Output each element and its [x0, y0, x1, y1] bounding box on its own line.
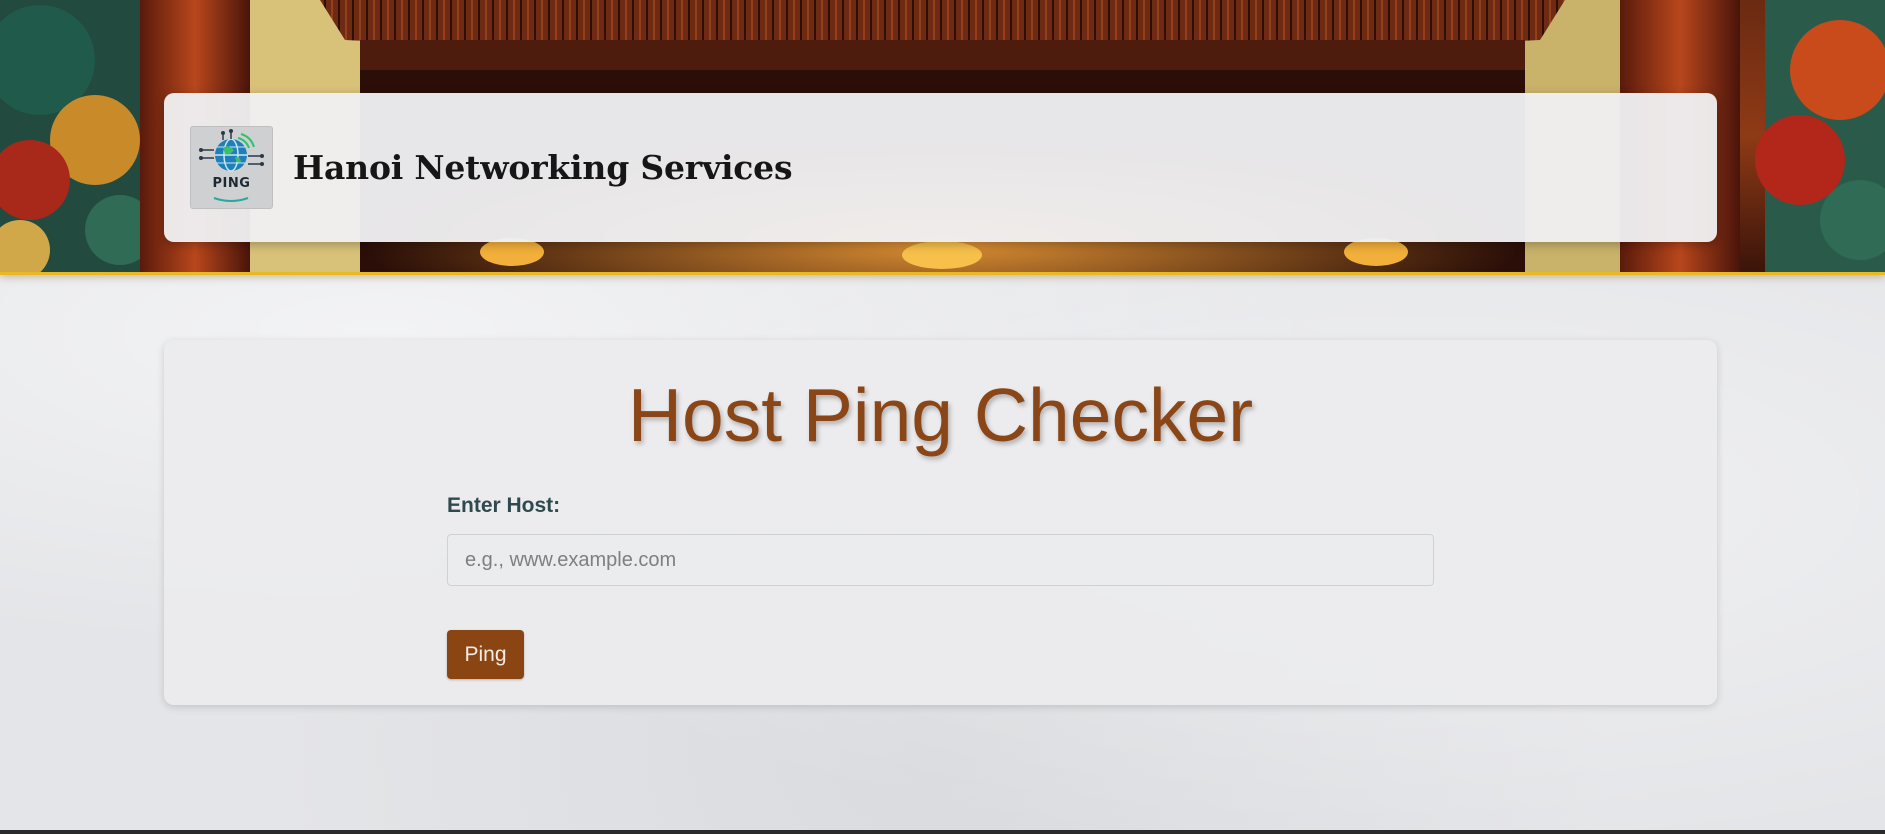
- window-bottom-edge: [0, 830, 1885, 834]
- globe-network-icon: [199, 129, 264, 202]
- ping-checker-card: Host Ping Checker Enter Host: Ping: [164, 340, 1717, 705]
- host-input[interactable]: [447, 534, 1434, 586]
- page-title: Host Ping Checker: [627, 373, 1254, 457]
- header-card: PING Hanoi Networking Services: [164, 93, 1717, 242]
- header-banner: PING Hanoi Networking Services: [0, 0, 1885, 275]
- host-label: Enter Host:: [447, 494, 561, 517]
- brand-title: Hanoi Networking Services: [293, 148, 793, 187]
- logo-text: PING: [212, 176, 251, 191]
- ping-logo[interactable]: PING: [190, 126, 273, 209]
- ping-button[interactable]: Ping: [447, 630, 524, 679]
